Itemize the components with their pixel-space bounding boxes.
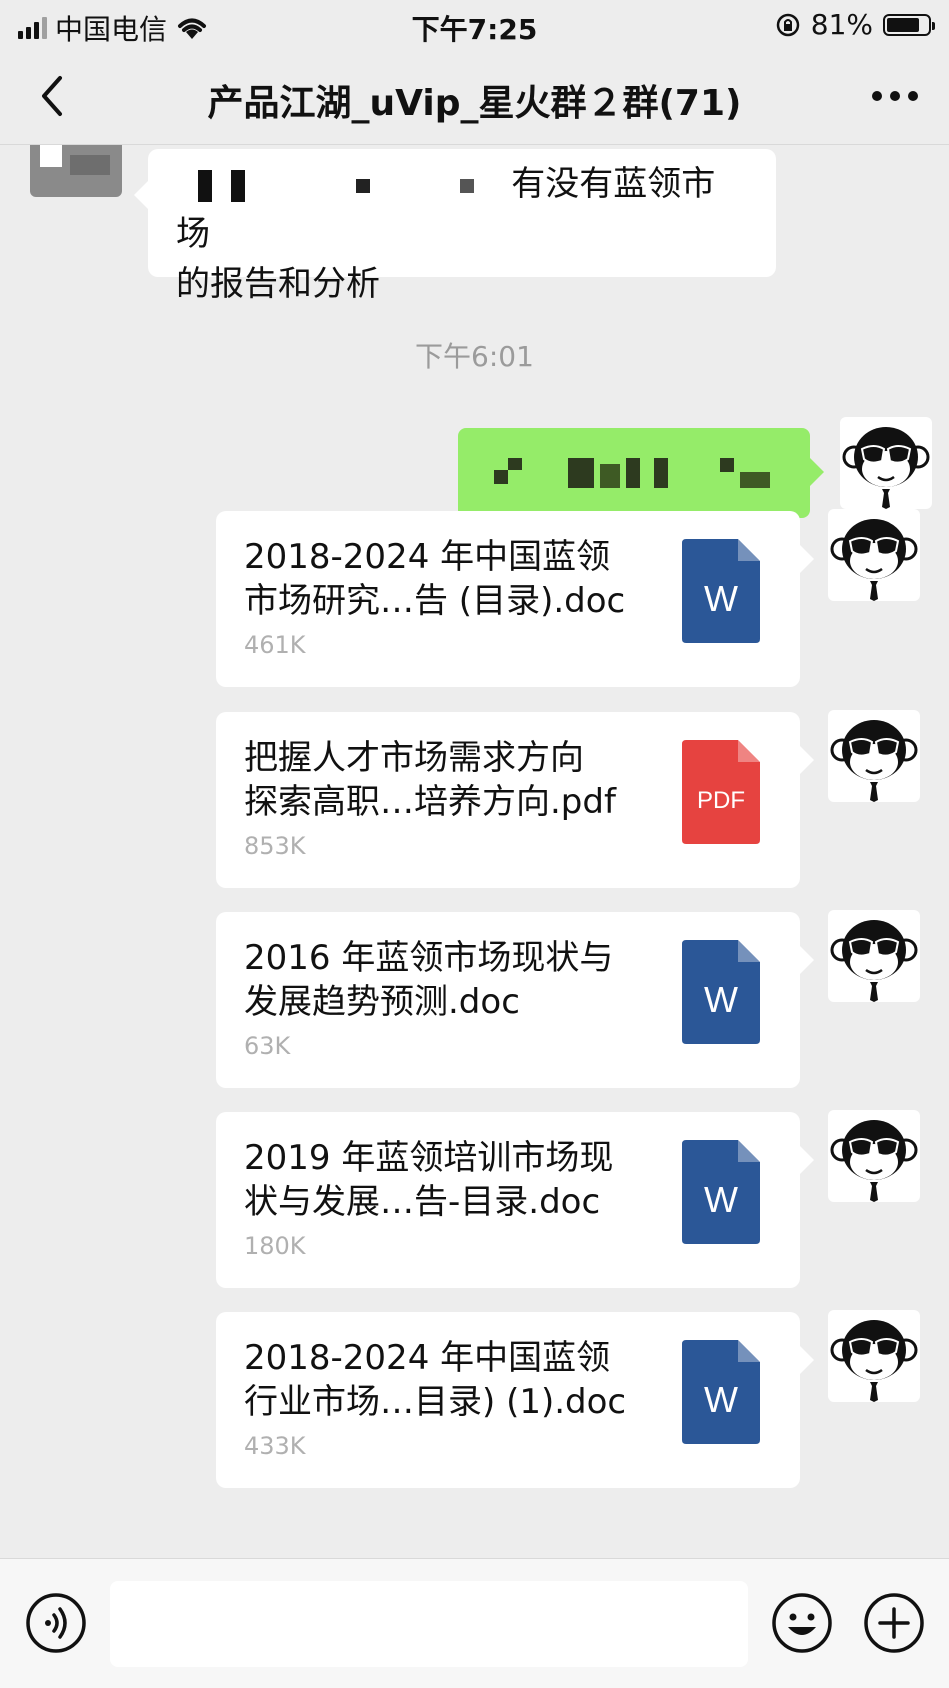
- file-message-card[interactable]: 2019 年蓝领培训市场现 状与发展…告-目录.doc 180K W: [216, 1112, 814, 1288]
- file-size: 180K: [244, 1232, 306, 1260]
- message-timestamp: 下午6:01: [415, 340, 534, 373]
- monkey-avatar-icon: [830, 519, 918, 601]
- chat-title: 产品江湖_uVip_星火群２群(71): [207, 83, 742, 124]
- redacted-pixel: [740, 472, 770, 488]
- incoming-line-1: 有没有蓝领市场: [176, 159, 748, 259]
- word-file-icon: W: [682, 1140, 760, 1244]
- redacted-pixel: [600, 464, 620, 488]
- file-name: 2018-2024 年中国蓝领 市场研究…告 (目录).doc: [244, 537, 626, 621]
- monkey-avatar-icon: [830, 720, 918, 802]
- file-size: 63K: [244, 1032, 291, 1060]
- word-file-icon: W: [682, 1340, 760, 1444]
- redacted-mention: [460, 178, 475, 193]
- my-avatar[interactable]: [828, 509, 920, 601]
- battery-fill: [887, 17, 920, 32]
- incoming-line-2: 的报告和分析: [176, 264, 380, 304]
- file-name: 2018-2024 年中国蓝领 行业市场…目录) (1).doc: [244, 1338, 627, 1422]
- my-avatar[interactable]: [840, 417, 932, 509]
- plus-icon[interactable]: [862, 1591, 926, 1655]
- file-message-card[interactable]: 2016 年蓝领市场现状与 发展趋势预测.doc 63K W: [216, 912, 814, 1088]
- incoming-message-bubble[interactable]: 有没有蓝领市场 的报告和分析: [134, 149, 776, 304]
- redacted-mention: [355, 178, 370, 193]
- redacted-mention: [198, 169, 212, 202]
- redacted-pixel: [720, 458, 734, 472]
- monkey-avatar-icon: [830, 920, 918, 1002]
- redacted-pixel: [494, 470, 508, 484]
- my-avatar[interactable]: [828, 710, 920, 802]
- redacted-pixel: [654, 458, 668, 488]
- file-message-card[interactable]: 2018-2024 年中国蓝领 行业市场…目录) (1).doc 433K W: [216, 1312, 814, 1488]
- file-icon-label: W: [704, 578, 738, 619]
- file-message-card[interactable]: 把握人才市场需求方向 探索高职…培养方向.pdf 853K PDF: [216, 712, 814, 888]
- file-icon-label: W: [704, 1179, 738, 1220]
- chat-header: 产品江湖_uVip_星火群２群(71): [0, 48, 949, 145]
- emoji-icon[interactable]: [770, 1591, 834, 1655]
- file-icon-label: W: [704, 979, 738, 1020]
- rotation-lock-icon: [776, 13, 800, 36]
- message-input[interactable]: [110, 1581, 748, 1667]
- file-icon-label: W: [704, 1379, 738, 1420]
- file-name: 把握人才市场需求方向 探索高职…培养方向.pdf: [244, 738, 616, 822]
- file-size: 461K: [244, 631, 306, 659]
- status-right: 81%: [775, 8, 935, 41]
- monkey-avatar-icon: [830, 1320, 918, 1402]
- file-name: 2019 年蓝领培训市场现 状与发展…告-目录.doc: [244, 1138, 614, 1222]
- battery-percent: 81%: [810, 8, 873, 41]
- monkey-avatar-icon: [830, 1120, 918, 1202]
- status-bar: 中国电信 下午7:25 81%: [0, 0, 949, 48]
- incoming-text-tail: 有没有蓝领市场: [176, 164, 716, 254]
- monkey-avatar-icon: [842, 427, 930, 509]
- redacted-pixel: [568, 458, 594, 488]
- my-avatar[interactable]: [828, 1310, 920, 1402]
- word-file-icon: W: [682, 940, 760, 1044]
- file-message-card[interactable]: 2018-2024 年中国蓝领 市场研究…告 (目录).doc 461K W: [216, 511, 814, 687]
- voice-icon[interactable]: [24, 1591, 88, 1655]
- my-avatar[interactable]: [828, 910, 920, 1002]
- input-bar: [0, 1558, 949, 1688]
- more-dots-icon[interactable]: [867, 74, 923, 118]
- battery-icon: [883, 13, 935, 36]
- outgoing-message-bubble[interactable]: [458, 428, 824, 518]
- file-size: 853K: [244, 832, 306, 860]
- pdf-file-icon: PDF: [682, 740, 760, 844]
- message-list[interactable]: 有没有蓝领市场 的报告和分析 下午6:01 2018-2024 年中国蓝领 市场…: [0, 145, 949, 1558]
- file-size: 433K: [244, 1432, 306, 1460]
- my-avatar[interactable]: [828, 1110, 920, 1202]
- redacted-pixel: [508, 458, 522, 470]
- redacted-mention: [230, 169, 245, 202]
- sender-avatar[interactable]: [30, 145, 122, 197]
- file-icon-label: PDF: [697, 787, 745, 814]
- redacted-pixel: [626, 458, 640, 488]
- word-file-icon: W: [682, 539, 760, 643]
- file-name: 2016 年蓝领市场现状与 发展趋势预测.doc: [244, 938, 614, 1022]
